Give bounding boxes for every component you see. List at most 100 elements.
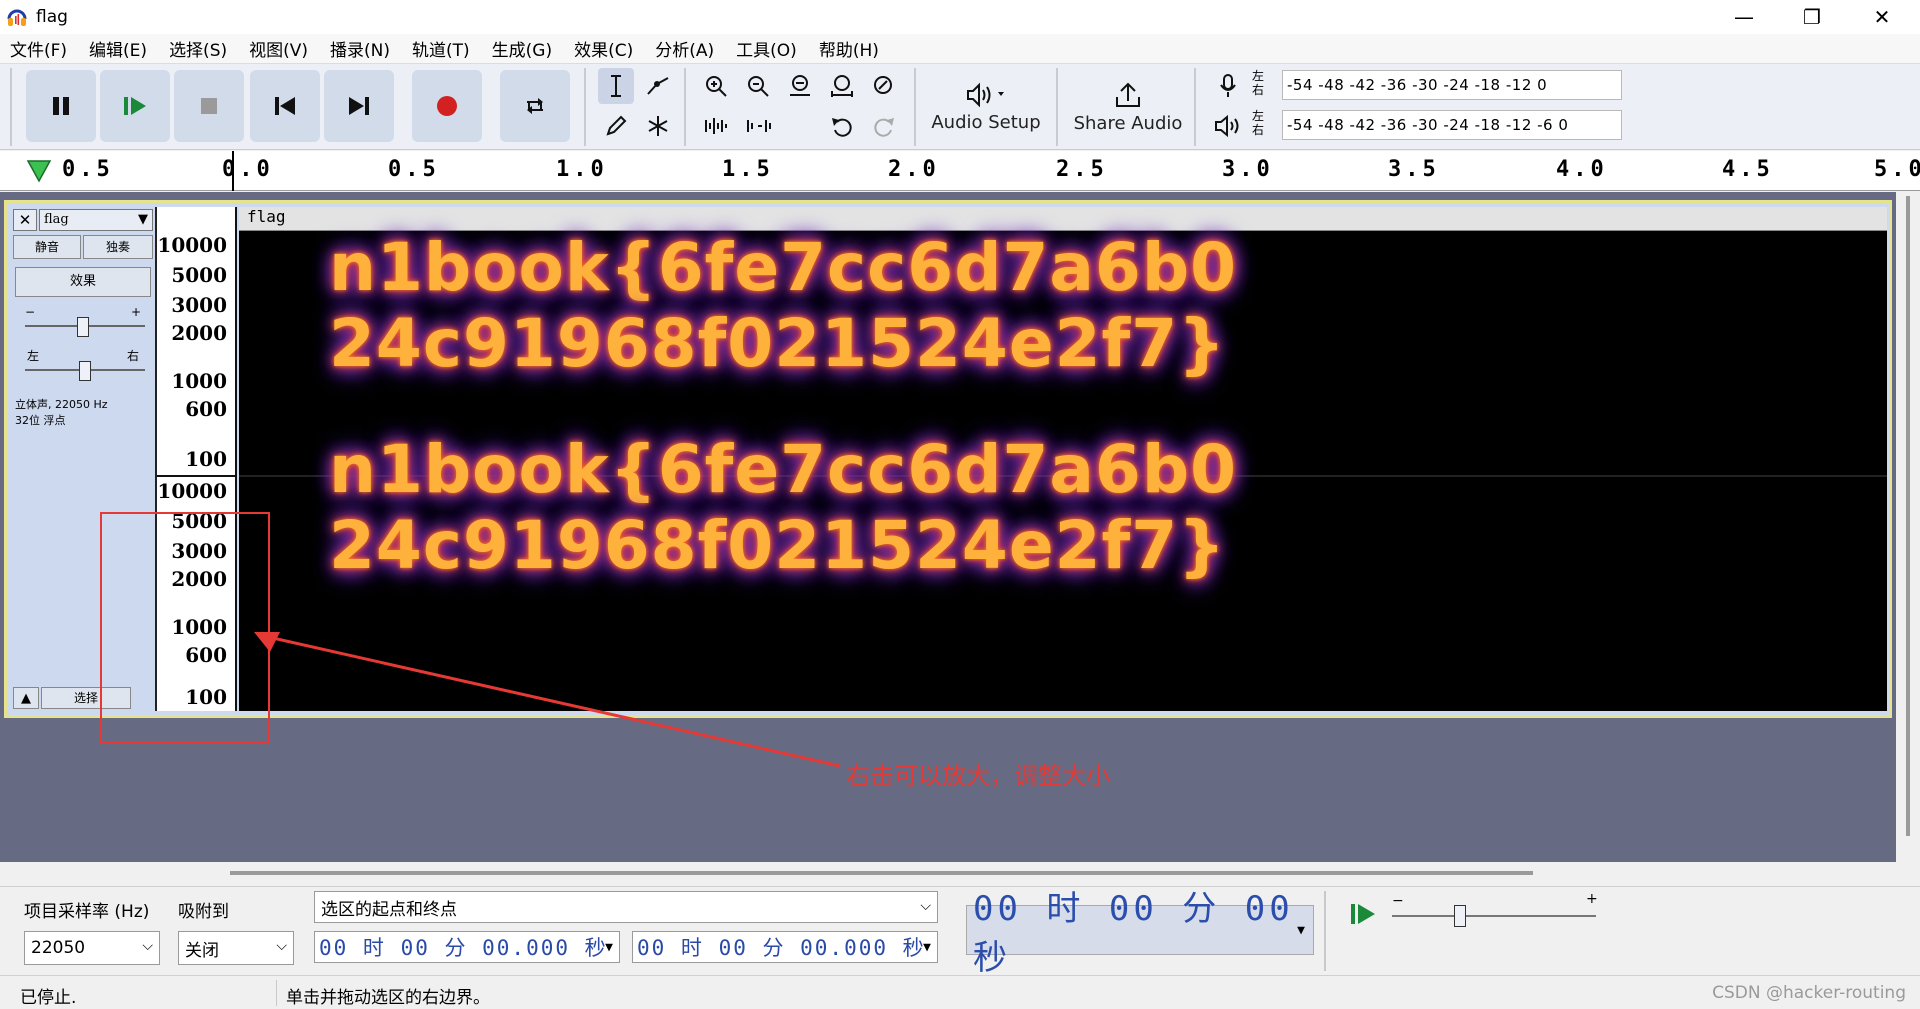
selection-end-value: 00 时 00 分 00.000 秒 bbox=[637, 936, 926, 960]
redo-button[interactable] bbox=[866, 108, 902, 144]
undo-button[interactable] bbox=[824, 108, 860, 144]
menu-file[interactable]: 文件(F) bbox=[10, 36, 67, 61]
selection-end-time[interactable]: 00 时 00 分 00.000 秒 ▼ bbox=[632, 931, 938, 963]
loop-button[interactable] bbox=[500, 70, 570, 142]
stop-icon bbox=[201, 98, 217, 114]
menu-transport[interactable]: 播录(N) bbox=[330, 36, 390, 61]
selection-start-time[interactable]: 00 时 00 分 00.000 秒 ▼ bbox=[314, 931, 620, 963]
play-head-triangle-icon[interactable] bbox=[26, 159, 52, 183]
vertical-scrollbar[interactable] bbox=[1906, 196, 1910, 836]
share-audio-label: Share Audio bbox=[1073, 112, 1183, 134]
draw-tool-button[interactable] bbox=[598, 108, 634, 144]
minimize-button[interactable]: — bbox=[1710, 0, 1778, 34]
trim-audio-button[interactable] bbox=[698, 108, 734, 144]
annotation-arrow bbox=[254, 632, 841, 768]
menu-edit[interactable]: 编辑(E) bbox=[89, 36, 147, 61]
solo-button[interactable]: 独奏 bbox=[83, 235, 153, 259]
pan-left-label: 左 bbox=[27, 349, 40, 363]
menu-analyze[interactable]: 分析(A) bbox=[655, 36, 714, 61]
menu-help[interactable]: 帮助(H) bbox=[819, 36, 879, 61]
selection-tool-button[interactable] bbox=[598, 68, 634, 104]
trim-icon bbox=[705, 118, 727, 134]
effects-button[interactable]: 效果 bbox=[15, 267, 151, 297]
snap-to-combo[interactable]: 关闭 ⌵ bbox=[178, 931, 294, 965]
audio-position-display[interactable]: 00 时 00 分 00 秒 ▼ bbox=[966, 889, 1314, 978]
channel-divider bbox=[157, 475, 237, 477]
collapse-track-button[interactable]: ▲ bbox=[13, 687, 39, 709]
menu-tracks[interactable]: 轨道(T) bbox=[412, 36, 470, 61]
skip-to-start-button[interactable] bbox=[250, 70, 320, 142]
toolbar-separator bbox=[1324, 891, 1326, 971]
toolbar-separator bbox=[684, 68, 686, 146]
chevron-up-icon: ▲ bbox=[21, 690, 31, 706]
ruler-label: 3.5 bbox=[1388, 157, 1440, 182]
close-track-button[interactable]: ✕ bbox=[13, 209, 37, 231]
toolbar-separator bbox=[1056, 68, 1058, 146]
play-state: 已停止. bbox=[20, 988, 77, 1008]
play-meter[interactable]: -54 -48 -42 -36 -30 -24 -18 -12 -6 0 bbox=[1282, 110, 1622, 140]
record-meter-button[interactable] bbox=[1210, 68, 1246, 104]
zoom-in-button[interactable] bbox=[698, 68, 734, 104]
ruler-label: 5.0 bbox=[1874, 157, 1920, 182]
ruler-label: 4.0 bbox=[1556, 157, 1608, 182]
zoom-out-icon bbox=[748, 76, 769, 97]
speed-plus-label: + bbox=[1586, 891, 1598, 907]
share-audio-button[interactable]: Share Audio bbox=[1068, 70, 1188, 144]
title-bar: flag — ❐ ✕ bbox=[0, 0, 1920, 34]
spectrogram-text-line1: n1book{6fe7cc6d7a6b0 bbox=[329, 431, 1238, 508]
timeline-ruler[interactable]: 0.5 0.0 0.5 1.0 1.5 2.0 2.5 3.0 3.5 4.0 … bbox=[0, 151, 1920, 191]
envelope-tool-button[interactable] bbox=[640, 68, 676, 104]
ruler-label: 0.0 bbox=[222, 157, 274, 182]
track-format: 立体声, 22050 Hz bbox=[15, 398, 108, 411]
selection-mode-combo[interactable]: 选区的起点和终点 ⌵ bbox=[314, 891, 938, 923]
zoom-out-button[interactable] bbox=[740, 68, 776, 104]
menu-generate[interactable]: 生成(G) bbox=[492, 36, 552, 61]
close-button[interactable]: ✕ bbox=[1848, 0, 1916, 34]
menu-view[interactable]: 视图(V) bbox=[249, 36, 308, 61]
horizontal-scrollbar[interactable] bbox=[230, 871, 1533, 875]
project-rate-combo[interactable]: 22050 ⌵ bbox=[24, 931, 160, 965]
track-name-menu[interactable]: flag ▼ bbox=[39, 209, 153, 231]
menu-tools[interactable]: 工具(O) bbox=[736, 36, 797, 61]
audio-setup-button[interactable]: Audio Setup bbox=[926, 70, 1046, 144]
asterisk-icon bbox=[648, 116, 668, 136]
play-speed-slider[interactable] bbox=[1392, 915, 1596, 917]
spectrogram-text-line2: 24c91968f021524e2f7} bbox=[329, 507, 1227, 584]
gain-slider-thumb[interactable] bbox=[77, 317, 89, 337]
ruler-label: 2.5 bbox=[1056, 157, 1108, 182]
record-meter-channels: 左右 bbox=[1252, 69, 1265, 97]
annotation-rectangle bbox=[100, 512, 270, 744]
record-button[interactable] bbox=[412, 70, 482, 142]
freq-label: 3000 bbox=[171, 293, 227, 317]
chevron-down-icon: ▼ bbox=[923, 939, 933, 955]
menu-effect[interactable]: 效果(C) bbox=[574, 36, 633, 61]
record-meter[interactable]: -54 -48 -42 -36 -30 -24 -18 -12 0 bbox=[1282, 70, 1622, 100]
chevron-down-icon: ⌵ bbox=[920, 898, 931, 914]
play-meter-button[interactable] bbox=[1210, 108, 1246, 144]
pause-button[interactable] bbox=[26, 70, 96, 142]
maximize-button[interactable]: ❐ bbox=[1778, 0, 1846, 34]
multi-tool-button[interactable] bbox=[640, 108, 676, 144]
zoom-toggle-icon bbox=[874, 76, 892, 94]
play-speed-thumb[interactable] bbox=[1454, 905, 1466, 927]
toolbar-grip[interactable] bbox=[10, 68, 12, 146]
zoom-toggle-button[interactable] bbox=[866, 68, 902, 104]
fit-selection-button[interactable] bbox=[782, 68, 818, 104]
mute-button[interactable]: 静音 bbox=[13, 235, 81, 259]
close-icon: ✕ bbox=[18, 211, 32, 229]
freq-label: 5000 bbox=[171, 263, 227, 287]
fit-project-button[interactable] bbox=[824, 68, 860, 104]
play-button[interactable] bbox=[100, 70, 170, 142]
stop-button[interactable] bbox=[174, 70, 244, 142]
ruler-label: 4.5 bbox=[1722, 157, 1774, 182]
pan-slider-thumb[interactable] bbox=[79, 361, 91, 381]
silence-audio-button[interactable] bbox=[740, 108, 776, 144]
menu-select[interactable]: 选择(S) bbox=[169, 36, 227, 61]
skip-to-end-button[interactable] bbox=[324, 70, 394, 142]
clip-title[interactable]: flag bbox=[239, 207, 1887, 231]
loop-icon bbox=[527, 98, 543, 114]
ruler-label: 1.0 bbox=[556, 157, 608, 182]
play-at-speed-icon[interactable] bbox=[1348, 901, 1378, 927]
status-hint: 单击并拖动选区的右边界。 bbox=[286, 988, 490, 1008]
i-beam-icon bbox=[611, 75, 621, 97]
